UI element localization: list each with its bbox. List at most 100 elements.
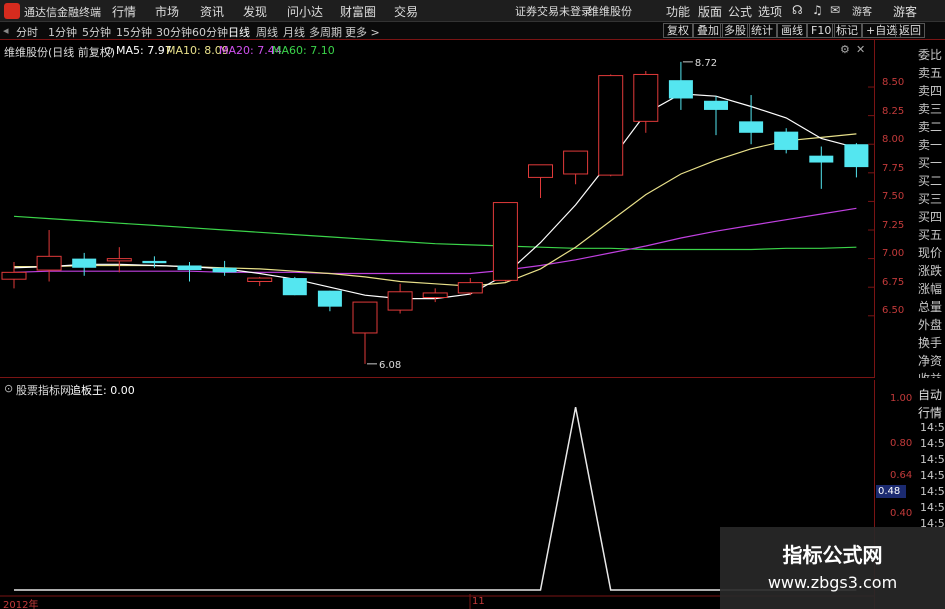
bell-icon[interactable]: ♫ <box>812 3 823 17</box>
period-60min[interactable]: 60分钟 <box>192 24 228 40</box>
y-tick: 7.50 <box>882 191 905 202</box>
ma10-line <box>14 133 857 287</box>
gear-icon[interactable]: ⚙ <box>840 43 850 56</box>
candle-body-up <box>106 258 132 262</box>
watermark-title: 指标公式网 <box>782 543 883 567</box>
tool-layout[interactable]: 版面 <box>698 3 722 20</box>
period-15min[interactable]: 15分钟 <box>116 24 152 40</box>
candle-body-down <box>844 144 869 168</box>
candlestick-svg: 8.72 6.08 <box>1 58 874 371</box>
period-daily[interactable]: 日线 <box>228 24 250 40</box>
menu-market[interactable]: 市场 <box>155 3 179 20</box>
btn-back[interactable]: 返回 <box>895 23 925 38</box>
tool-options[interactable]: 选项 <box>758 3 782 20</box>
time-label: 14:55 <box>920 421 945 434</box>
y-tick: 8.25 <box>882 106 905 117</box>
candle-body-down <box>704 100 728 110</box>
time-label: 14:56 <box>920 469 945 482</box>
candle-body-up <box>1 271 27 280</box>
sub-y-tick: 0.64 <box>890 470 913 481</box>
tool-function[interactable]: 功能 <box>666 3 690 20</box>
app-name: 通达信金融终端 <box>24 6 101 19</box>
period-30min[interactable]: 30分钟 <box>156 24 192 40</box>
login-status[interactable]: 证券交易未登录 <box>515 3 592 19</box>
time-label: 14:55 <box>920 437 945 450</box>
candle-body-up <box>598 75 624 176</box>
ma60-line <box>13 215 857 251</box>
candle-body-down <box>282 278 307 296</box>
candle-body-down <box>72 258 97 268</box>
y-tick: 7.00 <box>882 248 905 259</box>
candle-body-down <box>177 265 202 271</box>
period-1min[interactable]: 1分钟 <box>48 24 77 40</box>
side-item: 总量 <box>918 300 943 314</box>
side-item: 买二 <box>918 174 943 188</box>
menu-wealth-circle[interactable]: 财富圈 <box>340 3 376 20</box>
menu-discover[interactable]: 发现 <box>243 3 267 20</box>
period-more[interactable]: 更多 > <box>345 24 380 40</box>
btn-overlay[interactable]: 叠加 <box>693 23 723 38</box>
ma5-line <box>13 93 857 300</box>
sub-y-tick: 0.80 <box>890 438 913 449</box>
menu-trade[interactable]: 交易 <box>394 3 418 20</box>
y-tick: 6.75 <box>882 277 905 288</box>
period-5min[interactable]: 5分钟 <box>82 24 111 40</box>
headset-icon[interactable]: ☊ <box>792 3 803 17</box>
collapse-icon[interactable]: ◂ <box>3 24 9 37</box>
candle-body-up <box>422 292 448 299</box>
user-label[interactable]: 游客 <box>893 3 917 20</box>
side-item: 外盘 <box>918 318 943 332</box>
period-monthly[interactable]: 月线 <box>283 24 305 40</box>
candle-body-down <box>142 260 167 264</box>
chevron-icon[interactable]: ⊙ <box>104 44 113 57</box>
ma60-label: MA60: 7.10 <box>272 44 335 57</box>
candle-body-down <box>809 155 834 163</box>
side-auto[interactable]: 自动 <box>918 386 942 403</box>
indicator-source: 股票指标网 <box>16 384 71 397</box>
candle-body-up <box>633 73 659 122</box>
side-item: 换手 <box>918 336 943 350</box>
period-weekly[interactable]: 周线 <box>256 24 278 40</box>
candle-body-up <box>528 164 553 178</box>
menu-quotes[interactable]: 行情 <box>112 3 136 20</box>
sub-value-badge: 0.48 <box>876 485 906 498</box>
watermark-banner: 指标公式网 www.zbgs3.com <box>720 527 945 609</box>
btn-draw[interactable]: 画线 <box>777 23 807 38</box>
side-item: 卖一 <box>918 138 943 152</box>
candle-body-down <box>317 290 342 307</box>
period-multi[interactable]: 多周期 <box>309 24 342 40</box>
close-icon[interactable]: ✕ <box>856 43 865 56</box>
stock-title: 维维股份(日线 前复权) <box>4 46 116 59</box>
menu-ask-xiaoda[interactable]: 问小达 <box>287 3 323 20</box>
candlestick-chart[interactable]: 8.72 6.08 维维股份(日线 前复权) ⊙ MA5: 7.97 MA10: … <box>0 40 875 378</box>
time-label: 14:56 <box>920 453 945 466</box>
brand-label: 维维股份 <box>588 5 632 18</box>
indicator-value: 追板王: 0.00 <box>70 384 135 397</box>
period-timeshare[interactable]: 分时 <box>16 24 38 40</box>
btn-mark[interactable]: 标记 <box>832 23 862 38</box>
btn-multi-stock[interactable]: 多股 <box>720 23 750 38</box>
y-tick: 7.75 <box>882 163 905 174</box>
side-quotes[interactable]: 行情 <box>918 404 942 421</box>
candle-body-down <box>774 131 799 150</box>
side-item: 买五 <box>918 228 943 242</box>
time-label: 14:56 <box>920 501 945 514</box>
time-label: 14:56 <box>920 485 945 498</box>
tool-formula[interactable]: 公式 <box>728 3 752 20</box>
side-item: 买三 <box>918 192 943 206</box>
low-annotation: 6.08 <box>379 360 401 371</box>
side-item: 现价 <box>918 246 943 260</box>
side-item: 涨幅 <box>918 282 943 296</box>
candle-body-up <box>352 301 378 334</box>
mail-icon[interactable]: ✉ <box>830 3 840 17</box>
side-item: 卖五 <box>918 66 943 80</box>
watermark-url: www.zbgs3.com <box>767 573 898 592</box>
side-item: 买一 <box>918 156 943 170</box>
indicator-toggle-icon[interactable]: ⊙ <box>4 382 13 395</box>
btn-adjust[interactable]: 复权 <box>663 23 693 38</box>
guest-label[interactable]: 游客 <box>852 3 872 18</box>
menu-news[interactable]: 资讯 <box>200 3 224 20</box>
side-item: 卖二 <box>918 120 943 134</box>
btn-stats[interactable]: 统计 <box>747 23 777 38</box>
app-logo-icon <box>4 3 20 19</box>
